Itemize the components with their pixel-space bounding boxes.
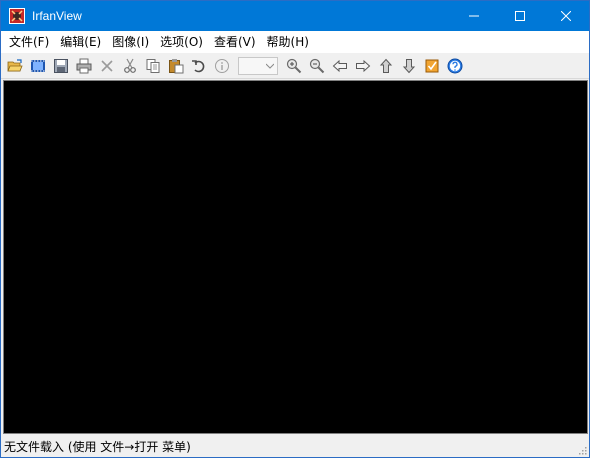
irfanview-cat-icon[interactable] (9, 8, 25, 24)
previous-button[interactable] (328, 55, 351, 77)
open-folder-icon (6, 58, 23, 71)
print-icon (76, 58, 91, 73)
save-icon (53, 58, 68, 73)
thumbnails-button[interactable] (420, 55, 443, 77)
info-button[interactable] (210, 55, 233, 77)
thumbnails-icon (425, 59, 438, 72)
first-button[interactable] (374, 55, 397, 77)
paste-button[interactable] (164, 55, 187, 77)
cut-button[interactable] (118, 55, 141, 77)
chevron-down-icon (266, 63, 274, 69)
zoom-out-icon (309, 58, 324, 73)
resize-grip-icon[interactable] (577, 445, 587, 455)
zoom-out-button[interactable] (305, 55, 328, 77)
irfanview-window: IrfanView 文件(F) 编辑(E) 图像(I) 选项(O) 查看(V) … (0, 0, 590, 458)
toolbar (1, 53, 589, 79)
print-button[interactable] (72, 55, 95, 77)
delete-icon (100, 59, 113, 72)
delete-button[interactable] (95, 55, 118, 77)
previous-icon (332, 59, 347, 72)
undo-button[interactable] (187, 55, 210, 77)
image-viewport[interactable] (3, 80, 588, 434)
next-button[interactable] (351, 55, 374, 77)
window-controls (451, 1, 589, 31)
status-text: 无文件载入 (使用 文件→打开 菜单) (4, 440, 191, 454)
page-select[interactable] (238, 56, 278, 75)
paste-icon (168, 58, 183, 73)
menu-options[interactable]: 选项(O) (154, 32, 208, 52)
last-button[interactable] (397, 55, 420, 77)
maximize-icon (515, 11, 525, 21)
menu-view[interactable]: 查看(V) (208, 32, 261, 52)
zoom-in-icon (286, 58, 301, 73)
title-bar[interactable]: IrfanView (1, 1, 589, 31)
menu-bar: 文件(F) 编辑(E) 图像(I) 选项(O) 查看(V) 帮助(H) (1, 31, 589, 53)
slideshow-icon (30, 59, 45, 72)
menu-file[interactable]: 文件(F) (3, 32, 54, 52)
undo-icon (191, 59, 204, 72)
slideshow-button[interactable] (26, 55, 49, 77)
close-button[interactable] (543, 1, 589, 31)
close-icon (561, 11, 571, 21)
maximize-button[interactable] (497, 1, 543, 31)
status-bar: 无文件载入 (使用 文件→打开 菜单) (1, 436, 589, 457)
minimize-button[interactable] (451, 1, 497, 31)
open-button[interactable] (3, 55, 26, 77)
next-icon (355, 59, 370, 72)
save-button[interactable] (49, 55, 72, 77)
first-icon (379, 58, 392, 73)
help-button[interactable] (443, 55, 466, 77)
help-icon (447, 58, 462, 73)
menu-image[interactable]: 图像(I) (106, 32, 154, 52)
menu-edit[interactable]: 编辑(E) (54, 32, 106, 52)
copy-icon (146, 58, 159, 73)
last-icon (402, 58, 415, 73)
zoom-in-button[interactable] (282, 55, 305, 77)
menu-help[interactable]: 帮助(H) (261, 32, 314, 52)
minimize-icon (469, 15, 479, 17)
copy-button[interactable] (141, 55, 164, 77)
info-icon (214, 58, 229, 73)
window-title: IrfanView (32, 9, 82, 23)
cut-icon (123, 58, 136, 73)
